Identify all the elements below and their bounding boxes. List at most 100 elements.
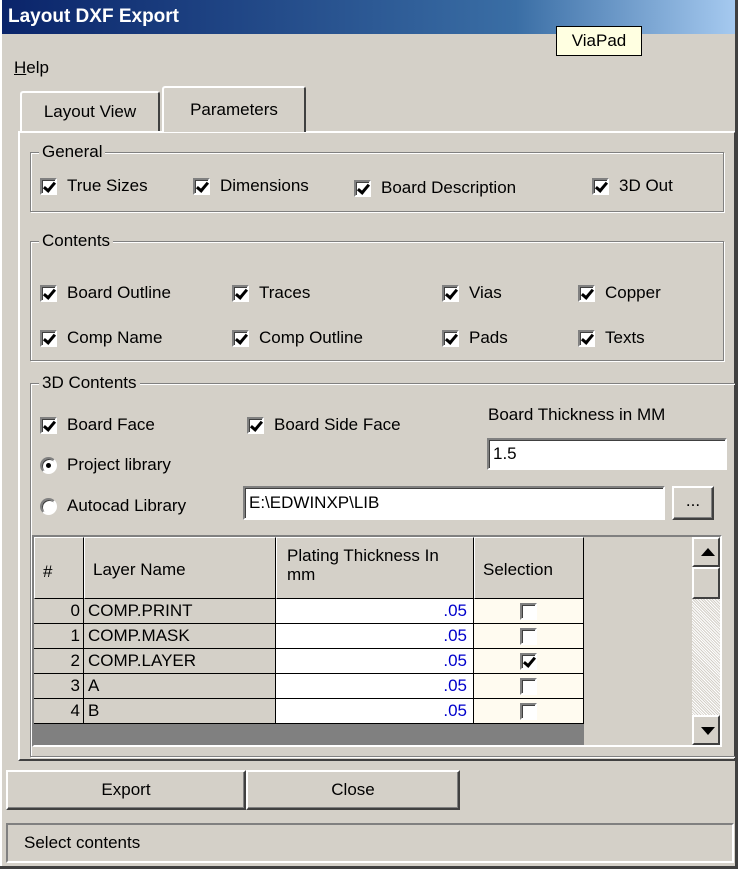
scroll-thumb[interactable] — [692, 567, 720, 599]
pads-checkbox[interactable]: Pads — [442, 328, 508, 348]
board-side-face-checkbox[interactable]: Board Side Face — [247, 415, 401, 435]
autocad-library-radio[interactable]: Autocad Library — [40, 496, 186, 516]
selection-checkbox[interactable] — [520, 628, 537, 646]
checkbox-box — [578, 284, 595, 302]
3d-out-checkbox-label: 3D Out — [619, 176, 673, 195]
traces-checkbox-label: Traces — [259, 283, 311, 302]
contents-group-title: Contents — [39, 231, 114, 251]
true-sizes-checkbox-label: True Sizes — [67, 176, 148, 195]
row-number[interactable]: 2 — [34, 649, 84, 674]
comp-name-checkbox[interactable]: Comp Name — [40, 328, 162, 348]
checkbox-box — [40, 416, 57, 434]
header-num[interactable]: # — [34, 537, 84, 599]
checkbox-box — [578, 329, 595, 347]
3d-contents-group-title: 3D Contents — [39, 373, 140, 393]
grid-empty-area — [584, 599, 692, 745]
layer-name-cell[interactable]: COMP.LAYER — [84, 649, 276, 674]
row-number[interactable]: 3 — [34, 674, 84, 699]
library-path-input[interactable]: E:\EDWINXP\LIB — [243, 486, 665, 520]
vertical-scrollbar[interactable] — [692, 537, 720, 745]
radio-circle — [40, 456, 57, 474]
selection-cell[interactable] — [474, 699, 584, 724]
comp-name-checkbox-label: Comp Name — [67, 328, 163, 347]
vias-checkbox[interactable]: Vias — [442, 283, 502, 303]
checkbox-box — [354, 179, 371, 197]
board-outline-checkbox-label: Board Outline — [67, 283, 171, 302]
browse-button[interactable]: ... — [672, 486, 714, 520]
layer-grid[interactable]: # Layer Name Plating Thickness In mm Sel… — [32, 535, 722, 747]
layer-name-cell[interactable]: B — [84, 699, 276, 724]
board-outline-checkbox[interactable]: Board Outline — [40, 283, 171, 303]
selection-cell[interactable] — [474, 674, 584, 699]
menu-help-mnemonic: H — [14, 58, 27, 77]
header-selection[interactable]: Selection — [474, 537, 584, 599]
board-face-label: Board Face — [67, 415, 155, 434]
row-number[interactable]: 1 — [34, 624, 84, 649]
row-number[interactable]: 0 — [34, 599, 84, 624]
3d-out-checkbox[interactable]: 3D Out — [592, 176, 673, 196]
header-plating-thickness[interactable]: Plating Thickness In mm — [276, 537, 474, 599]
project-library-label: Project library — [67, 455, 171, 474]
selection-checkbox[interactable] — [520, 703, 537, 721]
scroll-down-button[interactable] — [692, 715, 720, 745]
checkbox-box — [40, 329, 57, 347]
export-button[interactable]: Export — [6, 770, 246, 810]
board-thickness-input[interactable]: 1.5 — [487, 438, 727, 470]
plating-thickness-cell[interactable]: .05 — [276, 599, 474, 624]
board-description-checkbox[interactable]: Board Description — [354, 178, 516, 198]
layer-name-cell[interactable]: COMP.MASK — [84, 624, 276, 649]
plating-thickness-cell[interactable]: .05 — [276, 649, 474, 674]
copper-checkbox[interactable]: Copper — [578, 283, 661, 303]
traces-checkbox[interactable]: Traces — [232, 283, 310, 303]
row-number[interactable]: 4 — [34, 699, 84, 724]
checkbox-box — [40, 284, 57, 302]
board-thickness-label: Board Thickness in MM — [488, 405, 666, 424]
tab-layout-view[interactable]: Layout View — [20, 91, 160, 131]
arrow-up-icon — [701, 548, 715, 556]
tab-parameters[interactable]: Parameters — [162, 86, 306, 132]
window-title: Layout DXF Export — [8, 6, 180, 27]
plating-thickness-cell[interactable]: .05 — [276, 624, 474, 649]
header-empty — [584, 537, 692, 599]
selection-checkbox[interactable] — [520, 603, 537, 621]
status-bar: Select contents — [6, 823, 734, 863]
checkbox-box — [232, 329, 249, 347]
selection-cell[interactable] — [474, 599, 584, 624]
checkbox-box — [247, 416, 264, 434]
general-group-title: General — [39, 142, 106, 162]
texts-checkbox-label: Texts — [605, 328, 645, 347]
header-num-label: # — [43, 562, 53, 581]
texts-checkbox[interactable]: Texts — [578, 328, 645, 348]
selection-checkbox[interactable] — [520, 653, 537, 671]
checkbox-box — [40, 177, 57, 195]
layer-name-cell[interactable]: A — [84, 674, 276, 699]
checkbox-box — [232, 284, 249, 302]
pads-checkbox-label: Pads — [469, 328, 508, 347]
header-layer-name[interactable]: Layer Name — [84, 537, 276, 599]
comp-outline-checkbox[interactable]: Comp Outline — [232, 328, 363, 348]
comp-outline-checkbox-label: Comp Outline — [259, 328, 363, 347]
board-description-checkbox-label: Board Description — [381, 178, 517, 197]
radio-circle — [40, 497, 57, 515]
selection-cell[interactable] — [474, 624, 584, 649]
board-face-checkbox[interactable]: Board Face — [40, 415, 155, 435]
scroll-up-button[interactable] — [692, 537, 720, 567]
vias-checkbox-label: Vias — [469, 283, 502, 302]
header-plating-label: Plating Thickness In mm — [287, 546, 439, 584]
tooltip: ViaPad — [556, 26, 642, 56]
checkbox-box — [442, 284, 459, 302]
checkbox-box — [592, 177, 609, 195]
selection-checkbox[interactable] — [520, 678, 537, 696]
project-library-radio[interactable]: Project library — [40, 455, 171, 475]
plating-thickness-cell[interactable]: .05 — [276, 674, 474, 699]
dimensions-checkbox-label: Dimensions — [220, 176, 309, 195]
plating-thickness-cell[interactable]: .05 — [276, 699, 474, 724]
autocad-library-label: Autocad Library — [67, 496, 187, 515]
dimensions-checkbox[interactable]: Dimensions — [193, 176, 309, 196]
selection-cell[interactable] — [474, 649, 584, 674]
copper-checkbox-label: Copper — [605, 283, 661, 302]
layer-name-cell[interactable]: COMP.PRINT — [84, 599, 276, 624]
menu-help[interactable]: Help — [14, 58, 49, 78]
true-sizes-checkbox[interactable]: True Sizes — [40, 176, 148, 196]
close-button[interactable]: Close — [246, 770, 460, 810]
